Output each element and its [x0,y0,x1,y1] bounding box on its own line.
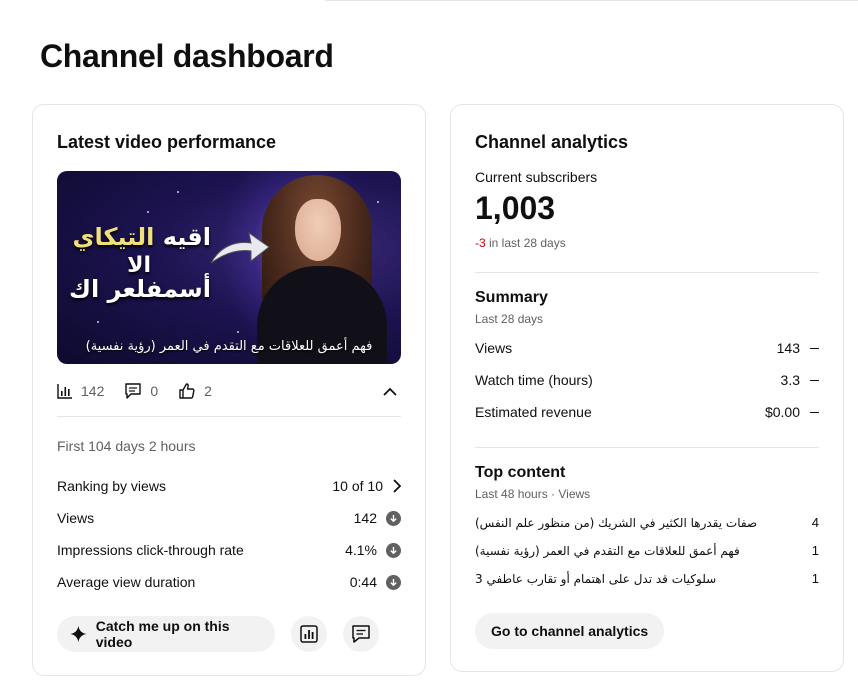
video-actions: Catch me up on this video [57,616,379,652]
metric-value: 4.1% [345,542,377,558]
comment-icon [352,625,370,643]
thumbnail-headline-highlight: التيكاي [72,223,155,251]
metric-label: Ranking by views [57,478,166,494]
channel-analytics-title: Channel analytics [475,132,629,152]
summary-value-wrap: 143 [777,340,819,356]
metric-value-wrap: 4.1% [345,542,401,558]
arrow-down-icon [386,574,401,590]
top-content-item-title: صفات يقدرها الكثير في الشريك (من منظور ع… [475,515,758,530]
likes-stat-value: 2 [204,383,212,399]
chevron-up-icon [383,387,397,396]
summary-label: Watch time (hours) [475,372,593,388]
top-content-title: Top content [475,464,566,481]
comment-icon [125,383,142,399]
metric-views-row: Views 142 [57,508,401,528]
channel-analytics-card: Channel analytics Current subscribers 1,… [450,104,844,672]
metric-value: 142 [353,510,377,526]
analytics-divider [475,272,819,273]
dash-icon [810,347,819,349]
latest-video-title: Latest video performance [57,132,277,152]
stats-divider [57,416,401,417]
top-content-item[interactable]: فهم أعمق للعلاقات مع التقدم في العمر (رؤ… [475,543,819,558]
subscribers-count: 1,003 [475,190,556,226]
summary-divider [475,447,819,448]
thumbnail-headline-line3: أسمفلعر اك [68,275,211,303]
arrow-down-icon [386,510,401,526]
top-content-item-views: 4 [811,515,819,530]
catch-me-up-button[interactable]: Catch me up on this video [57,616,275,652]
chevron-right-icon [393,479,401,493]
collapse-button[interactable] [379,380,401,402]
summary-row-views: Views 143 [475,340,819,356]
metric-ctr-row: Impressions click-through rate 4.1% [57,540,401,560]
thumbnail-arrow-icon [210,231,270,264]
top-content-item-title: فهم أعمق للعلاقات مع التقدم في العمر (رؤ… [475,543,740,558]
thumbnail-star [237,331,239,333]
summary-value: $0.00 [764,404,800,420]
first-period-label: First 104 days 2 hours [57,438,196,454]
comments-button[interactable] [343,616,379,652]
bar-chart-icon [57,384,72,399]
comments-stat: 0 [124,382,158,400]
top-content-item-views: 1 [811,543,819,558]
subscribers-change-suffix: in last 28 days [485,236,566,250]
analytics-button[interactable] [291,616,327,652]
video-thumbnail[interactable]: اقيه التيكاي الا أسمفلعر اك فهم أعمق للع… [57,171,401,364]
top-divider [325,0,858,1]
go-to-channel-analytics-button[interactable]: Go to channel analytics [475,613,665,649]
summary-label: Estimated revenue [475,404,592,420]
page-title: Channel dashboard [40,38,334,74]
metric-ranking-row[interactable]: Ranking by views 10 of 10 [57,476,401,496]
top-content-item-views: 1 [811,571,819,586]
thumbnail-star [147,211,149,213]
summary-row-revenue: Estimated revenue $0.00 [475,404,819,420]
top-content-item-title: سلوكيات قد تدل على اهتمام أو تقارب عاطفي… [475,571,717,586]
subscribers-label: Current subscribers [475,169,598,185]
thumbnail-star [377,201,379,203]
latest-video-card: Latest video performance اقيه التيكاي ال… [32,104,426,676]
sparkle-icon [69,625,87,643]
subscribers-change-value: -3 [475,236,486,250]
thumbnail-star [97,321,99,323]
dash-icon [810,379,819,381]
summary-label: Views [475,340,513,356]
summary-value: 143 [776,340,800,356]
views-stat-value: 142 [81,383,105,399]
thumbnail-headline-plain: اقيه [162,223,211,251]
catch-me-up-label: Catch me up on this video [95,618,230,650]
metric-label: Average view duration [57,574,196,590]
top-content-period: Last 48 hours · Views [475,487,591,501]
thumbnail-caption: فهم أعمق للعلاقات مع التقدم في العمر (رؤ… [85,339,373,354]
summary-value-wrap: 3.3 [781,372,819,388]
metric-value: 0:44 [349,574,377,590]
summary-title: Summary [475,289,548,306]
thumbs-up-icon [179,383,195,399]
comments-stat-value: 0 [150,383,159,399]
views-stat: 142 [57,383,104,399]
video-stats-row: 142 0 2 [57,380,401,402]
top-content-item[interactable]: صفات يقدرها الكثير في الشريك (من منظور ع… [475,515,819,530]
metric-value-wrap: 10 of 10 [332,478,401,494]
arrow-down-icon [386,542,401,558]
metric-value-wrap: 0:44 [350,574,401,590]
metric-value-wrap: 142 [354,510,401,526]
metric-label: Impressions click-through rate [57,542,244,558]
thumbnail-star [177,191,179,193]
summary-value-wrap: $0.00 [765,404,819,420]
metric-avd-row: Average view duration 0:44 [57,572,401,592]
thumbnail-character-face [295,199,341,261]
likes-stat: 2 [178,382,212,400]
summary-row-watch-time: Watch time (hours) 3.3 [475,372,819,388]
subscribers-change: -3 in last 28 days [475,236,566,250]
top-content-item[interactable]: سلوكيات قد تدل على اهتمام أو تقارب عاطفي… [475,571,819,586]
analytics-chart-icon [300,625,318,643]
metric-value: 10 of 10 [332,478,383,494]
summary-value: 3.3 [780,372,800,388]
dash-icon [810,411,819,413]
metric-label: Views [57,510,95,526]
thumbnail-headline-line1: اقيه التيكاي [73,223,211,251]
summary-period: Last 28 days [475,312,544,326]
